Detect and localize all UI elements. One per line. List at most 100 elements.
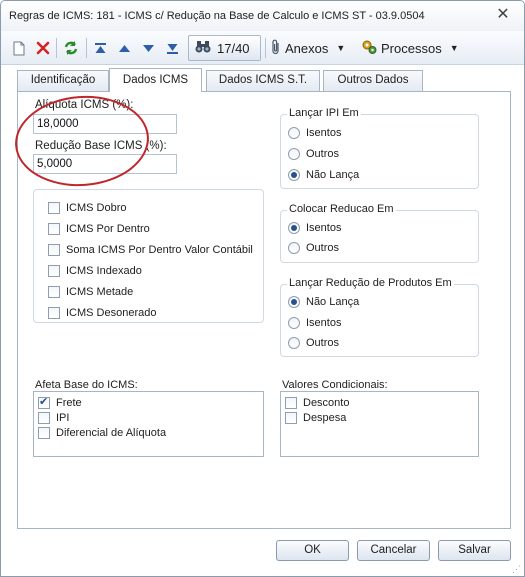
radio-produtos-nao-lanca[interactable]: Não Lança [288, 294, 359, 310]
tab-outros-dados[interactable]: Outros Dados [323, 70, 423, 91]
radio-ipi-nao-lanca[interactable]: Não Lança [288, 167, 359, 183]
reducao-base-input[interactable] [33, 154, 177, 174]
reducao-base-label: Redução Base ICMS (%): [35, 140, 167, 152]
radio-label: Outros [306, 148, 340, 160]
checkbox-box[interactable] [38, 427, 50, 439]
list-item-label: Desconto [303, 397, 350, 409]
processes-label: Processos [381, 40, 442, 56]
checkbox-box[interactable] [48, 244, 60, 256]
radio-label: Isentos [306, 222, 342, 234]
checkbox-icms-metade[interactable]: ICMS Metade [48, 284, 133, 300]
radio-button[interactable] [288, 242, 300, 254]
afeta-base-list[interactable]: Frete IPI Diferencial de Alíquota [33, 391, 264, 457]
radio-button[interactable] [288, 169, 300, 181]
paperclip-icon [271, 39, 281, 58]
list-item-frete[interactable]: Frete [38, 395, 82, 411]
icms-options-group: ICMS Dobro ICMS Por Dentro Soma ICMS Por… [33, 189, 264, 323]
list-item-label: Diferencial de Alíquota [56, 427, 167, 439]
window-title: Regras de ICMS: 181 - ICMS c/ Redução na… [9, 10, 425, 22]
last-record-icon[interactable] [163, 37, 181, 59]
lancar-reducao-produtos-title: Lançar Redução de Produtos Em [287, 277, 454, 289]
checkbox-soma-icms-por-dentro[interactable]: Soma ICMS Por Dentro Valor Contábil [48, 242, 253, 258]
lancar-ipi-title: Lançar IPI Em [287, 107, 361, 119]
attachments-label: Anexos [285, 40, 329, 56]
new-document-icon[interactable] [10, 37, 28, 59]
list-item-diferencial[interactable]: Diferencial de Alíquota [38, 425, 166, 441]
checkbox-box[interactable] [285, 412, 297, 424]
radio-button[interactable] [288, 296, 300, 308]
radio-button[interactable] [288, 337, 300, 349]
colocar-reducao-group: Colocar Reducao Em Isentos Outros [280, 203, 479, 263]
radio-button[interactable] [288, 222, 300, 234]
radio-produtos-isentos[interactable]: Isentos [288, 315, 341, 331]
processes-button[interactable]: Processos ▼ [361, 37, 459, 59]
radio-button[interactable] [288, 127, 300, 139]
radio-button[interactable] [288, 148, 300, 160]
valores-condicionais-label: Valores Condicionais: [282, 379, 388, 391]
radio-ipi-outros[interactable]: Outros [288, 146, 339, 162]
checkbox-icms-dobro[interactable]: ICMS Dobro [48, 200, 127, 216]
save-button[interactable]: Salvar [438, 540, 511, 561]
checkbox-box[interactable] [48, 223, 60, 235]
list-item-desconto[interactable]: Desconto [285, 395, 349, 411]
afeta-base-label: Afeta Base do ICMS: [35, 379, 138, 391]
tab-identificacao[interactable]: Identificação [17, 70, 109, 91]
attachments-button[interactable]: Anexos ▼ [271, 37, 345, 59]
checkbox-label: ICMS Indexado [66, 265, 142, 277]
radio-ipi-isentos[interactable]: Isentos [288, 125, 341, 141]
radio-label: Isentos [306, 317, 342, 329]
toolbar: 17/40 Anexos ▼ Processos ▼ [1, 31, 524, 65]
checkbox-box[interactable] [38, 412, 50, 424]
radio-label: Não Lança [306, 296, 360, 308]
checkbox-box[interactable] [285, 397, 297, 409]
checkbox-icms-por-dentro[interactable]: ICMS Por Dentro [48, 221, 150, 237]
radio-reducao-outros[interactable]: Outros [288, 240, 339, 256]
list-item-ipi[interactable]: IPI [38, 410, 69, 426]
checkbox-box[interactable] [38, 395, 50, 409]
checkbox-label: ICMS Metade [66, 286, 134, 298]
first-record-icon[interactable] [91, 37, 109, 59]
previous-record-icon[interactable] [115, 37, 133, 59]
checkbox-box[interactable] [48, 265, 60, 277]
checkbox-label: ICMS Desonerado [66, 307, 157, 319]
radio-label: Outros [306, 337, 340, 349]
checkbox-label: ICMS Por Dentro [66, 223, 150, 235]
dialog-window: Regras de ICMS: 181 - ICMS c/ Redução na… [0, 0, 525, 577]
close-button[interactable]: ✕ [492, 5, 514, 25]
list-item-label: Frete [56, 397, 82, 409]
chevron-down-icon: ▼ [336, 43, 346, 53]
radio-button[interactable] [288, 317, 300, 329]
radio-reducao-isentos[interactable]: Isentos [288, 220, 341, 236]
tab-dados-icms-st[interactable]: Dados ICMS S.T. [206, 70, 320, 91]
chevron-down-icon: ▼ [449, 43, 459, 53]
radio-label: Isentos [306, 127, 342, 139]
list-item-label: IPI [56, 412, 70, 424]
ok-button[interactable]: OK [276, 540, 349, 561]
record-counter-button[interactable]: 17/40 [188, 35, 261, 61]
gears-icon [361, 39, 377, 58]
delete-icon[interactable] [34, 37, 52, 59]
checkbox-icms-indexado[interactable]: ICMS Indexado [48, 263, 142, 279]
checkbox-icms-desonerado[interactable]: ICMS Desonerado [48, 305, 157, 321]
aliquota-input[interactable] [33, 114, 177, 134]
next-record-icon[interactable] [139, 37, 157, 59]
list-item-despesa[interactable]: Despesa [285, 410, 346, 426]
valores-condicionais-list[interactable]: Desconto Despesa [280, 391, 479, 457]
resize-grip-icon[interactable]: ⋰ [512, 564, 522, 574]
toolbar-separator [86, 38, 87, 58]
lancar-reducao-produtos-group: Lançar Redução de Produtos Em Não Lança … [280, 277, 479, 357]
title-bar: Regras de ICMS: 181 - ICMS c/ Redução na… [1, 1, 524, 31]
aliquota-label: Alíquota ICMS (%): [35, 99, 134, 111]
list-item-label: Despesa [303, 412, 347, 424]
checkbox-box[interactable] [48, 202, 60, 214]
cancel-button[interactable]: Cancelar [357, 540, 430, 561]
checkbox-box[interactable] [48, 307, 60, 319]
radio-label: Não Lança [306, 169, 360, 181]
refresh-icon[interactable] [61, 37, 81, 59]
checkbox-label: ICMS Dobro [66, 202, 127, 214]
checkbox-box[interactable] [48, 286, 60, 298]
radio-produtos-outros[interactable]: Outros [288, 335, 339, 351]
binoculars-icon [195, 40, 211, 57]
colocar-reducao-title: Colocar Reducao Em [287, 203, 396, 215]
tab-dados-icms[interactable]: Dados ICMS [109, 68, 202, 92]
